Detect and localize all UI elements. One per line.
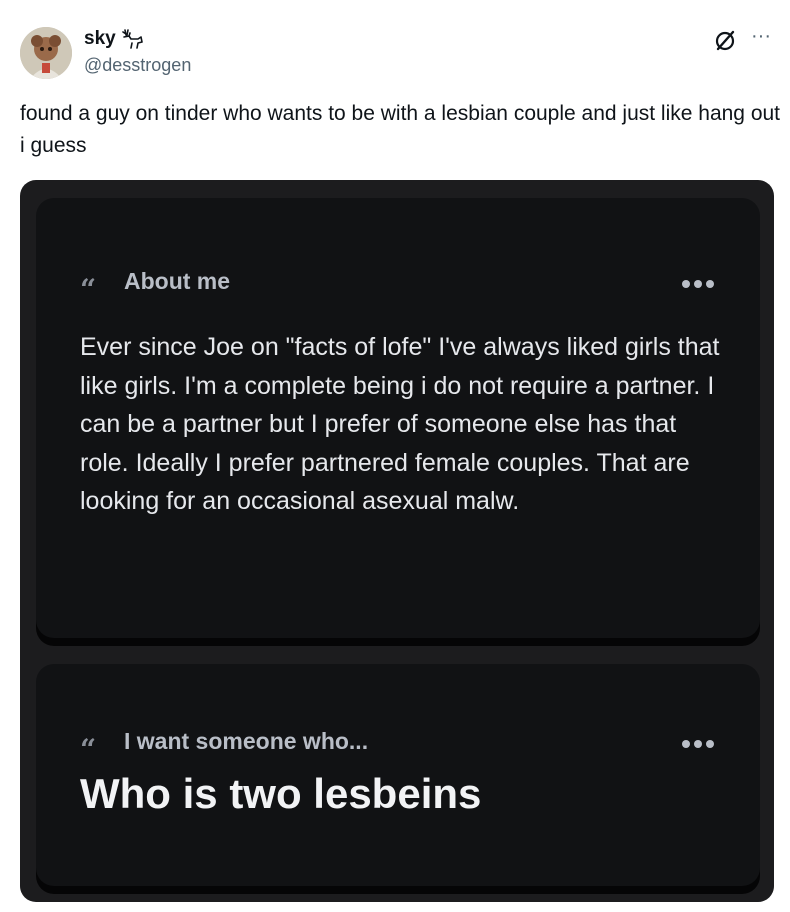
avatar-image: [20, 27, 72, 79]
about-me-card: “ About me Ever since Joe on "facts of l…: [36, 198, 760, 638]
display-name-text: sky: [84, 28, 116, 49]
about-me-heading: About me: [124, 268, 231, 294]
about-me-header: “ About me: [80, 268, 230, 295]
deer-emoji-icon: [121, 29, 143, 49]
want-someone-answer: Who is two lesbeins: [80, 770, 482, 817]
more-icon[interactable]: ···: [748, 26, 774, 52]
want-someone-header: “ I want someone who...: [80, 728, 368, 755]
grok-icon[interactable]: [712, 28, 738, 54]
display-name[interactable]: sky: [84, 28, 144, 50]
want-someone-more-icon: [682, 740, 714, 748]
about-me-text: Ever since Joe on "facts of lofe" I've a…: [80, 333, 720, 515]
want-someone-heading: I want someone who...: [124, 728, 369, 754]
tweet-media-image[interactable]: “ About me Ever since Joe on "facts of l…: [20, 180, 774, 902]
quote-icon: “: [80, 732, 97, 754]
avatar[interactable]: [20, 27, 72, 79]
quote-icon: “: [80, 272, 97, 294]
user-handle[interactable]: @desstrogen: [84, 55, 191, 76]
tweet: sky @desstrogen ··· found a guy on tinde…: [0, 0, 790, 912]
want-someone-card: “ I want someone who... Who is two lesbe…: [36, 664, 760, 886]
tweet-text: found a guy on tinder who wants to be wi…: [20, 102, 781, 157]
about-me-more-icon: [682, 280, 714, 288]
